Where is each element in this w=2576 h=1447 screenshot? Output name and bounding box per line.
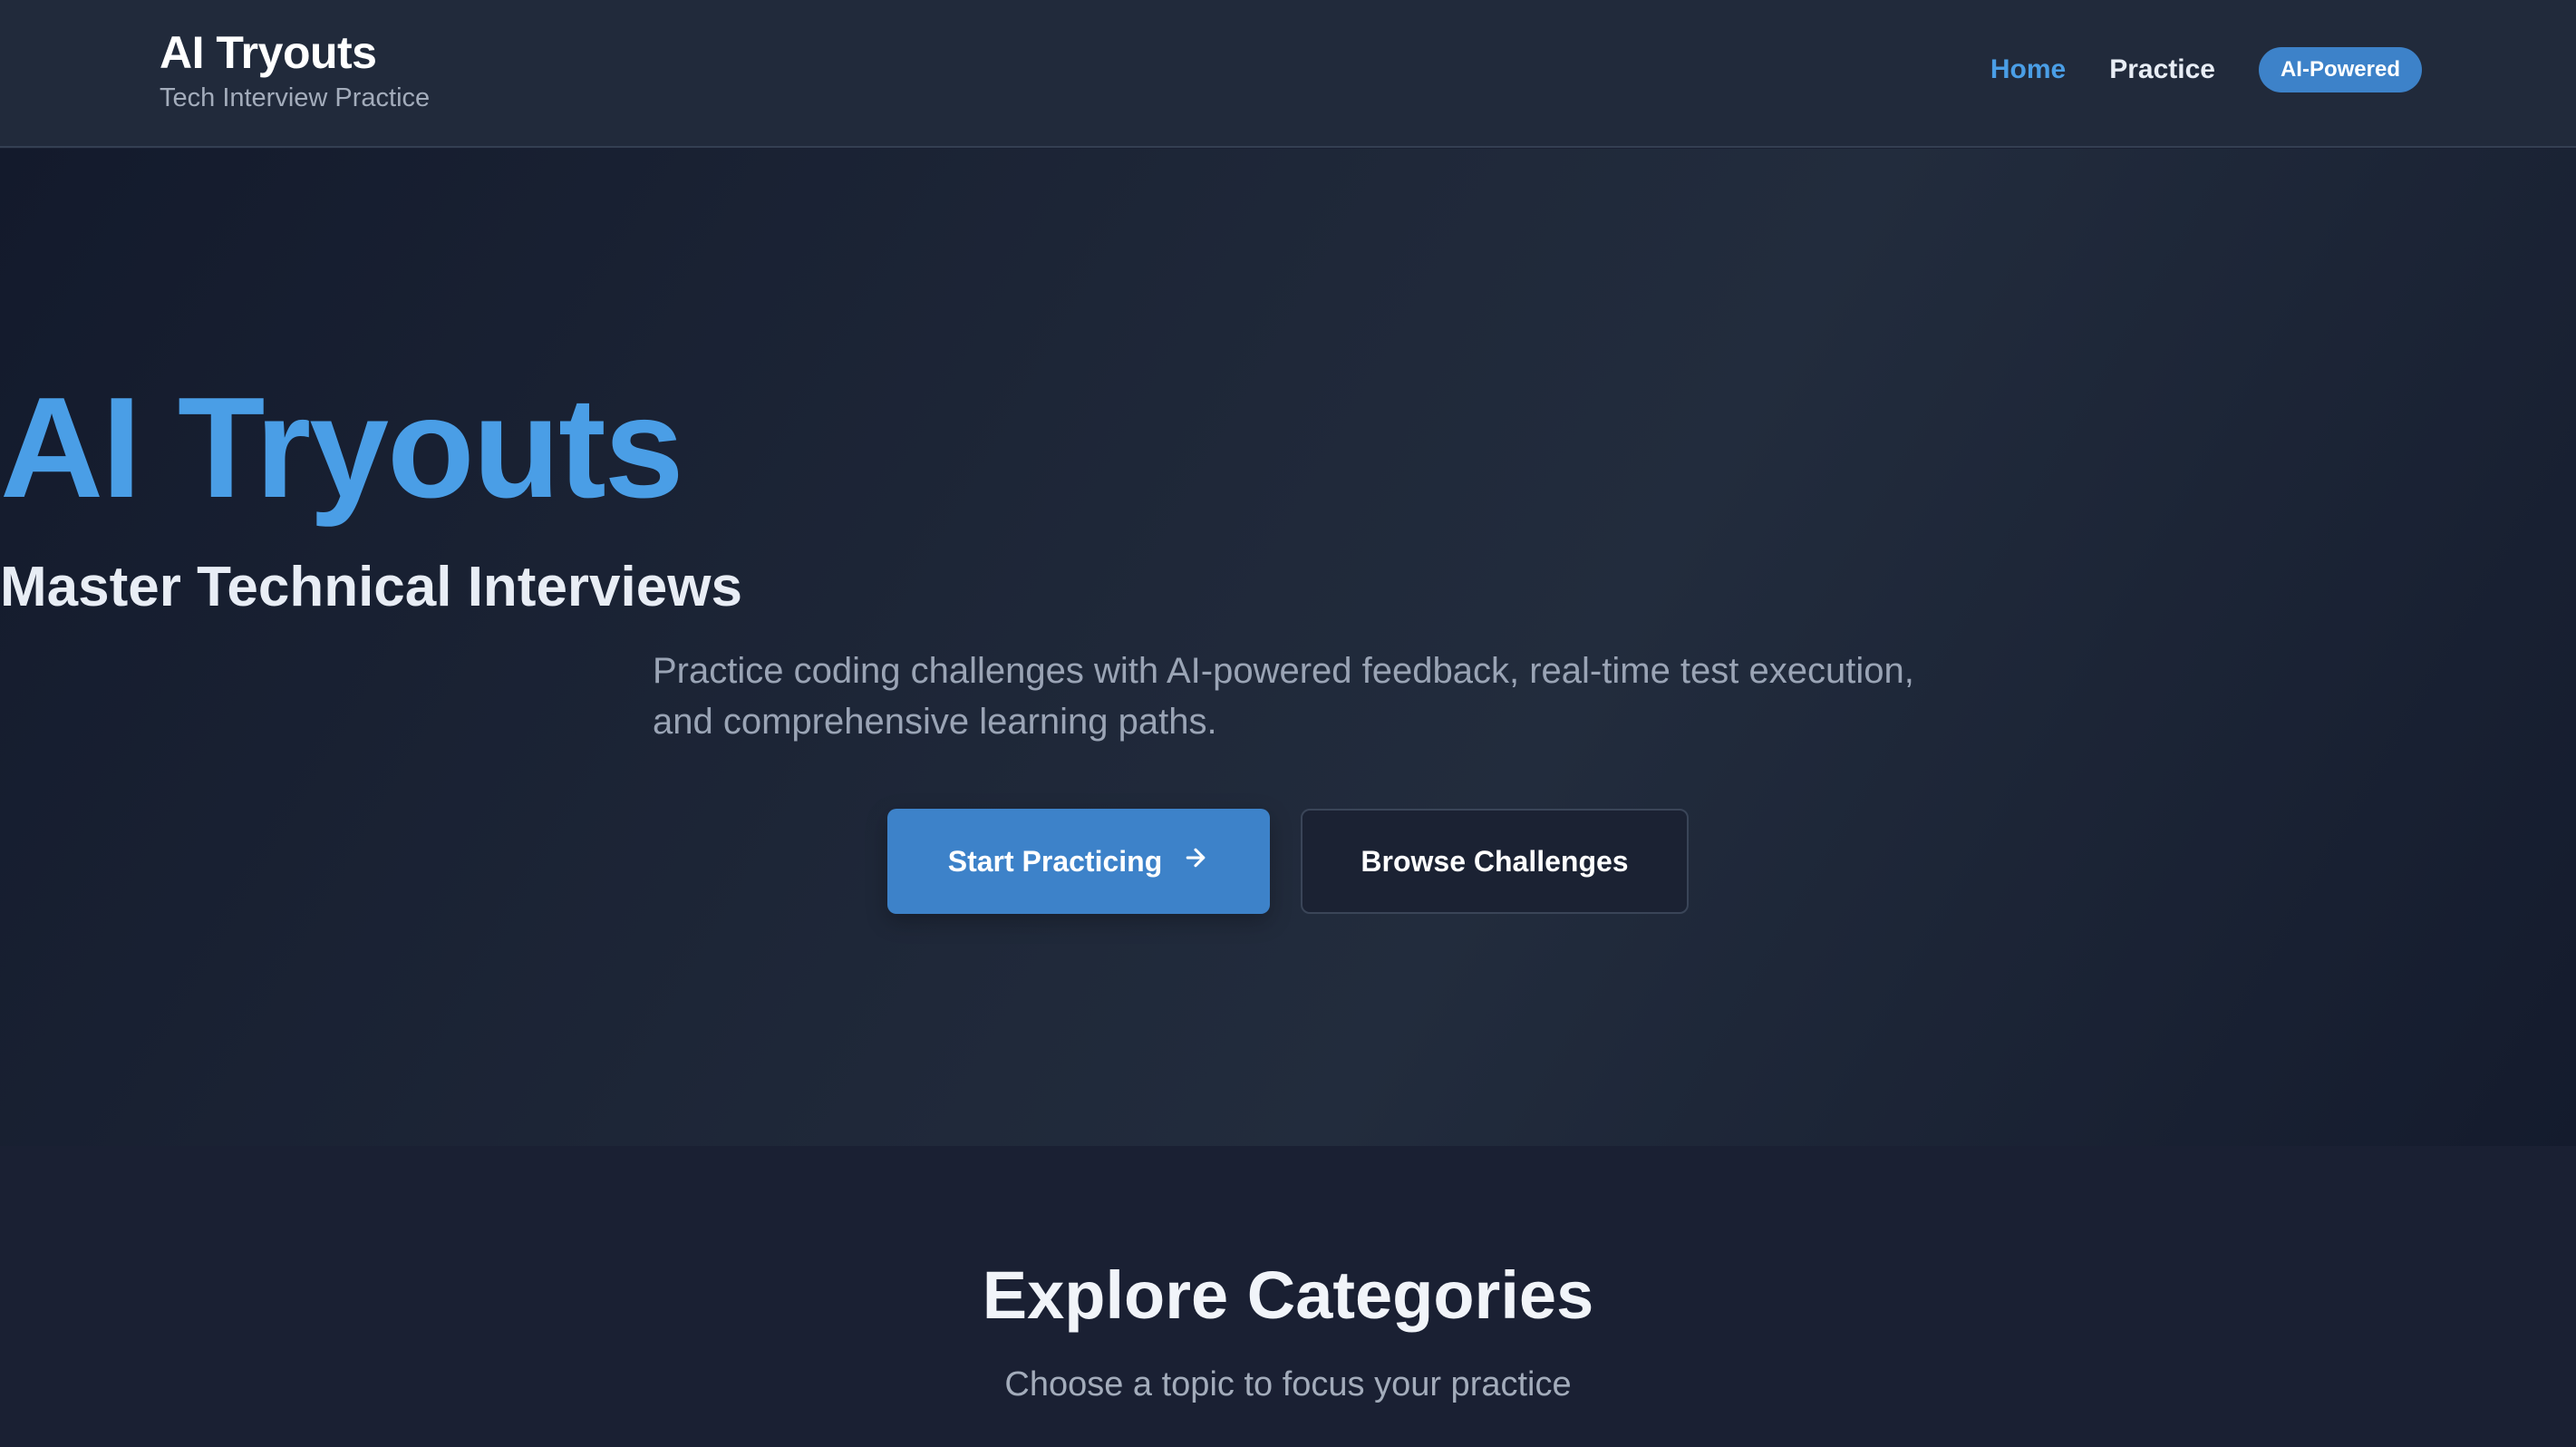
categories-subtitle: Choose a topic to focus your practice <box>1004 1365 1572 1403</box>
nav-link-practice[interactable]: Practice <box>2109 47 2215 92</box>
categories-title: Explore Categories <box>982 1258 1594 1333</box>
site-header: AI Tryouts Tech Interview Practice Home … <box>0 0 2576 148</box>
arrow-right-icon <box>1182 844 1209 879</box>
ai-powered-badge: AI-Powered <box>2258 47 2422 92</box>
nav-link-home[interactable]: Home <box>1990 47 2066 92</box>
browse-challenges-label: Browse Challenges <box>1361 844 1629 878</box>
main-nav: Home Practice AI-Powered <box>1990 47 2422 92</box>
browse-challenges-button[interactable]: Browse Challenges <box>1301 809 1689 914</box>
hero-actions: Start Practicing Browse Challenges <box>0 809 2576 914</box>
start-practicing-button[interactable]: Start Practicing <box>887 809 1270 914</box>
hero-description: Practice coding challenges with AI-power… <box>653 651 1914 742</box>
hero-subtitle: Master Technical Interviews <box>0 556 742 618</box>
hero-title: AI Tryouts <box>0 368 684 528</box>
categories-section: Explore Categories Choose a topic to foc… <box>0 1146 2576 1447</box>
brand[interactable]: AI Tryouts Tech Interview Practice <box>160 25 430 114</box>
start-practicing-label: Start Practicing <box>947 844 1163 878</box>
brand-title[interactable]: AI Tryouts <box>160 25 430 80</box>
hero-section: AI Tryouts Master Technical Interviews P… <box>0 149 2576 1146</box>
brand-subtitle: Tech Interview Practice <box>160 83 431 112</box>
